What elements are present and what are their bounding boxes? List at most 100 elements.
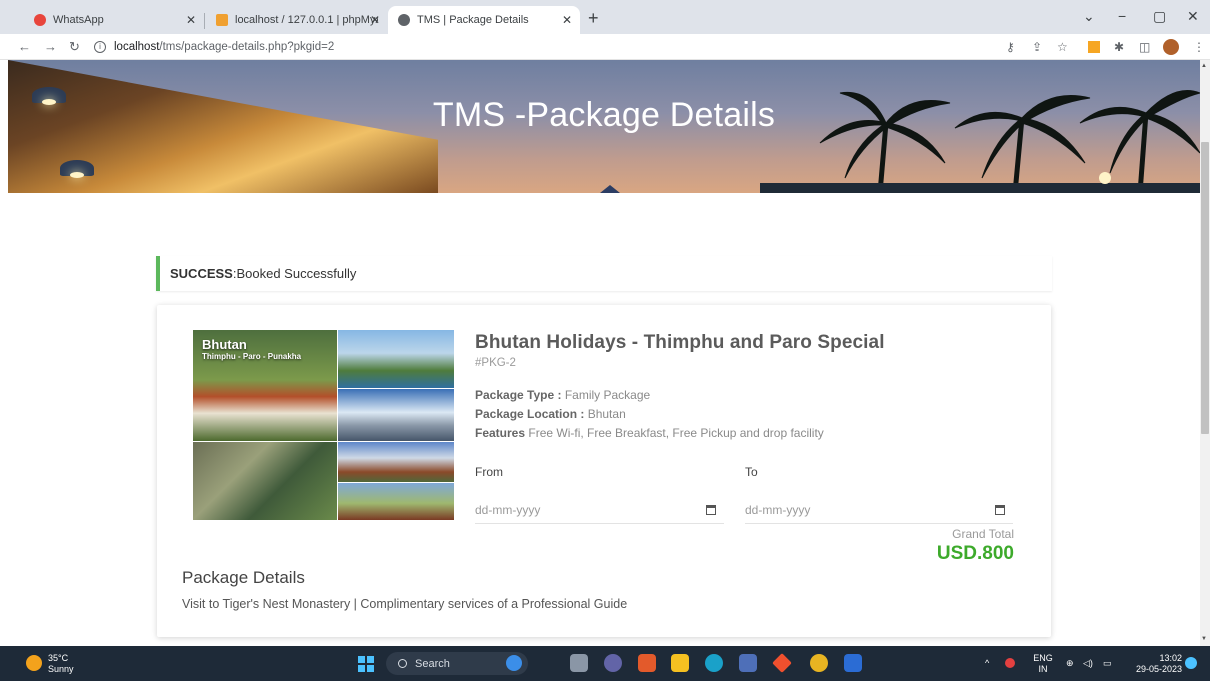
tray-app-icon[interactable] [1005,658,1015,668]
grand-total-label: Grand Total [952,527,1014,541]
search-icon [398,659,407,668]
minimize-button[interactable]: − [1118,8,1126,24]
browser-toolbar: ← → ↻ i localhost/tms/package-details.ph… [0,34,1210,60]
package-location-value: Bhutan [584,407,626,421]
temple-photo [338,442,454,482]
whatsapp-favicon-icon [34,14,46,26]
alert-message: :Booked Successfully [232,266,357,281]
menu-kebab-icon[interactable]: ⋮ [1193,40,1205,54]
git-icon[interactable] [772,653,792,673]
teams-chat-icon[interactable] [604,654,622,672]
from-label: From [475,465,503,479]
taskbar-search[interactable]: Search [386,652,528,675]
microsoft-store-icon[interactable] [739,654,757,672]
language-indicator[interactable]: ENG IN [1031,653,1055,675]
to-date-input[interactable]: dd-mm-yyyy [745,497,1013,524]
share-icon[interactable]: ⇪ [1032,40,1042,54]
lake-photo [338,330,454,388]
task-view-icon[interactable] [570,654,588,672]
weather-widget[interactable]: 35°C Sunny [48,653,74,675]
package-id: #PKG-2 [475,357,516,369]
back-arrow-icon[interactable]: ← [18,39,31,54]
lamp-image [60,160,94,178]
monastery-photo: Bhutan Thimphu - Paro - Punakha [193,330,337,441]
key-icon[interactable]: ⚷ [1006,40,1015,54]
globe-favicon-icon [398,14,410,26]
calendar-icon[interactable] [706,505,716,515]
chorten-photo [338,483,454,520]
tab-package-details[interactable]: TMS | Package Details ✕ [388,6,580,34]
package-type-label: Package Type : [475,388,562,402]
tab-title: TMS | Package Details [417,14,529,26]
address-bar[interactable]: i localhost/tms/package-details.php?pkgi… [94,37,994,57]
package-location-label: Package Location : [475,407,585,421]
new-tab-button[interactable]: + [588,8,599,29]
notification-icon[interactable] [1185,657,1197,669]
alert-label: SUCCESS [170,266,233,281]
url-path: /tms/package-details.php?pkgid=2 [159,41,335,53]
language-line1: ENG [1033,653,1053,663]
to-label: To [745,465,758,479]
success-alert: SUCCESS:Booked Successfully [156,256,1052,291]
reload-icon[interactable]: ↻ [69,39,80,55]
extension-icon[interactable] [1088,41,1100,53]
language-line2: IN [1038,664,1048,674]
tab-phpmyadmin[interactable]: localhost / 127.0.0.1 | phpMyAdn ✕ [206,6,388,34]
close-icon[interactable]: ✕ [562,13,572,27]
scrollbar-thumb[interactable] [1201,142,1209,434]
page-title: TMS -Package Details [432,96,776,134]
close-icon[interactable]: ✕ [370,13,380,27]
calendar-icon[interactable] [995,505,1005,515]
grand-total-value: USD.800 [936,543,1014,564]
hero-banner: TMS -Package Details [8,60,1200,193]
package-type-value: Family Package [561,388,651,402]
puzzle-extensions-icon[interactable]: ✱ [1114,40,1124,54]
forward-arrow-icon[interactable]: → [44,39,57,54]
weather-description: Sunny [48,664,74,674]
tab-whatsapp[interactable]: WhatsApp ✕ [24,6,204,34]
windows-taskbar: 35°C Sunny Search ^ ENG IN ⊕ ◁) ▭ 13:02 … [0,646,1210,681]
tigers-nest-photo [193,442,337,520]
scroll-down-arrow-icon[interactable]: ▼ [1201,636,1207,642]
tab-separator [204,13,205,29]
from-date-placeholder: dd-mm-yyyy [475,503,541,517]
package-features-value: Free Wi-fi, Free Breakfast, Free Pickup … [525,426,824,440]
from-date-input[interactable]: dd-mm-yyyy [475,497,724,524]
chrome-icon[interactable] [810,654,828,672]
tab-search-chevron-icon[interactable]: ⌄ [1083,8,1095,25]
taskbar-search-label: Search [415,657,450,670]
clock-time: 13:02 [1159,653,1182,663]
close-icon[interactable]: ✕ [186,13,196,27]
package-features: Features Free Wi-fi, Free Breakfast, Fre… [475,426,824,440]
profile-avatar[interactable] [1163,39,1179,55]
word-icon[interactable] [844,654,862,672]
xampp-icon[interactable] [638,654,656,672]
package-features-label: Features [475,426,526,440]
clock-date: 29-05-2023 [1135,664,1182,674]
file-explorer-icon[interactable] [671,654,689,672]
windows-start-button[interactable] [358,656,374,672]
restore-button[interactable]: ▢ [1153,8,1166,25]
tab-title: WhatsApp [53,14,104,26]
volume-icon[interactable]: ◁) [1083,658,1093,669]
scroll-up-arrow-icon[interactable]: ▲ [1201,63,1207,69]
bing-icon[interactable] [506,655,522,671]
mountain-photo [338,389,454,441]
sun-weather-icon[interactable] [26,655,42,671]
decorative-peak [600,185,620,193]
clock[interactable]: 13:02 29-05-2023 [1124,653,1182,675]
package-location: Package Location : Bhutan [475,407,626,421]
battery-icon[interactable]: ▭ [1103,658,1112,669]
package-type: Package Type : Family Package [475,388,650,402]
package-name: Bhutan Holidays - Thimphu and Paro Speci… [475,332,885,353]
close-window-button[interactable]: ✕ [1187,8,1199,25]
edge-icon[interactable] [705,654,723,672]
tab-title: localhost / 127.0.0.1 | phpMyAdn [235,14,378,26]
network-icon[interactable]: ⊕ [1066,658,1074,669]
side-panel-icon[interactable]: ◫ [1139,40,1150,54]
bookmark-star-icon[interactable]: ☆ [1057,40,1068,54]
site-info-icon[interactable]: i [94,41,106,53]
to-date-placeholder: dd-mm-yyyy [745,503,811,517]
show-hidden-icons-chevron-icon[interactable]: ^ [985,658,989,669]
package-card: Bhutan Thimphu - Paro - Punakha Bhutan H… [157,305,1051,637]
